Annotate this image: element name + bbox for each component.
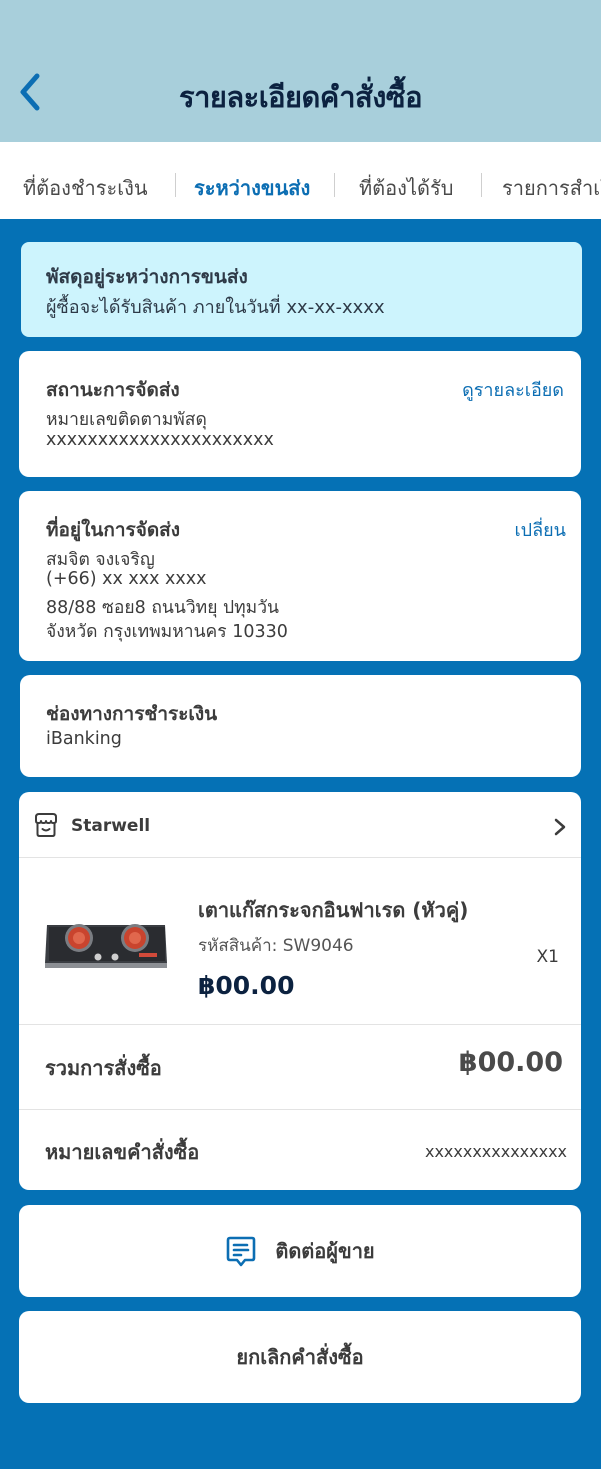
product-sku: รหัสสินค้า: SW9046 [198,936,354,956]
notice-title: พัสดุอยู่ระหว่างการขนส่ง [46,266,248,288]
shipping-address-card: ที่อยู่ในการจัดส่ง เปลี่ยน สมจิต จงเจริญ… [19,491,581,661]
chevron-right-icon [554,818,566,836]
tab-to-pay[interactable]: ที่ต้องชำระเงิน [23,172,148,204]
order-number-label: หมายเลขคำสั่งซื้อ [45,1140,200,1164]
tracking-label: หมายเลขติดตามพัสดุ [46,410,207,430]
payment-method: iBanking [46,729,122,749]
product-name: เตาแก๊สกระจกอินฟาเรด (หัวคู่) [198,898,469,922]
payment-title: ช่องทางการชำระเงิน [46,703,218,725]
app-header: รายละเอียดคำสั่งซื้อ [0,0,601,142]
address-line-2: จังหวัด กรุงเทพมหานคร 10330 [46,622,288,642]
status-tabs: ที่ต้องชำระเงิน ระหว่างขนส่ง ที่ต้องได้ร… [0,142,601,219]
order-number-value: xxxxxxxxxxxxxxx [424,1142,567,1161]
divider [19,1109,581,1110]
order-card: Starwell เตาแก๊สกระจกอินฟาเรด (หัวคู่) ร… [19,792,581,1190]
contact-seller-label: ติดต่อผู้ขาย [275,1239,375,1263]
cancel-order-button[interactable]: ยกเลิกคำสั่งซื้อ [19,1311,581,1403]
product-price: ฿00.00 [198,971,295,1000]
store-icon [35,813,57,837]
order-total-label: รวมการสั่งซื้อ [45,1056,162,1080]
tab-completed[interactable]: รายการสำเร็จ [502,172,601,204]
change-address-link[interactable]: เปลี่ยน [515,515,566,544]
payment-method-card: ช่องทางการชำระเงิน iBanking [20,675,581,777]
page-title: รายละเอียดคำสั่งซื้อ [179,80,423,114]
shipping-status-card: สถานะการจัดส่ง ดูรายละเอียด หมายเลขติดตา… [19,351,581,477]
tab-divider [481,173,482,197]
tab-divider [175,173,176,197]
chat-icon [227,1236,256,1267]
product-image [45,924,167,968]
transit-notice: พัสดุอยู่ระหว่างการขนส่ง ผู้ซื้อจะได้รับ… [21,242,582,337]
shop-name: Starwell [71,816,151,836]
address-title: ที่อยู่ในการจัดส่ง [46,519,181,541]
product-quantity: X1 [536,947,559,967]
order-total-value: ฿00.00 [458,1047,563,1078]
cancel-order-label: ยกเลิกคำสั่งซื้อ [236,1345,364,1369]
view-details-link[interactable]: ดูรายละเอียด [462,375,564,404]
tab-divider [334,173,335,197]
recipient-phone: (+66) xx xxx xxxx [46,569,207,589]
tab-in-transit[interactable]: ระหว่างขนส่ง [194,172,310,204]
tab-to-receive[interactable]: ที่ต้องได้รับ [359,172,453,204]
contact-seller-button[interactable]: ติดต่อผู้ขาย [19,1205,581,1297]
tracking-number: xxxxxxxxxxxxxxxxxxxxxx [46,430,274,450]
divider [19,1024,581,1025]
shop-row[interactable]: Starwell [19,792,581,857]
divider [19,857,581,858]
shipping-status-title: สถานะการจัดส่ง [46,379,180,401]
notice-subtitle: ผู้ซื้อจะได้รับสินค้า ภายในวันที่ xx-xx-… [46,297,385,318]
